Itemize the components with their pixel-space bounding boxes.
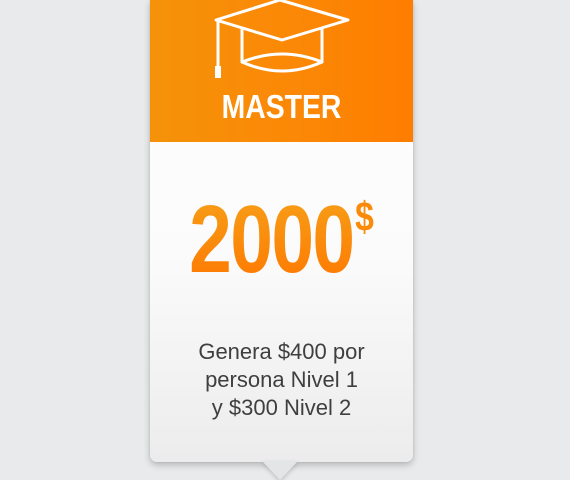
description-line: persona Nivel 1 xyxy=(205,367,358,392)
graduation-cap-icon xyxy=(214,0,350,78)
plan-name: MASTER xyxy=(221,88,342,125)
pricing-card-header: MASTER xyxy=(150,0,413,142)
plan-description: Genera $400 por persona Nivel 1 y $300 N… xyxy=(150,338,413,422)
price-amount: 2000 xyxy=(189,186,355,293)
pricing-card: MASTER 2000$ Genera $400 por persona Niv… xyxy=(150,0,413,462)
description-line: Genera $400 por xyxy=(198,339,365,364)
price-currency: $ xyxy=(355,193,374,240)
plan-price: 2000$ xyxy=(150,190,413,290)
description-line: y $300 Nivel 2 xyxy=(211,395,352,420)
card-pointer xyxy=(262,461,298,480)
